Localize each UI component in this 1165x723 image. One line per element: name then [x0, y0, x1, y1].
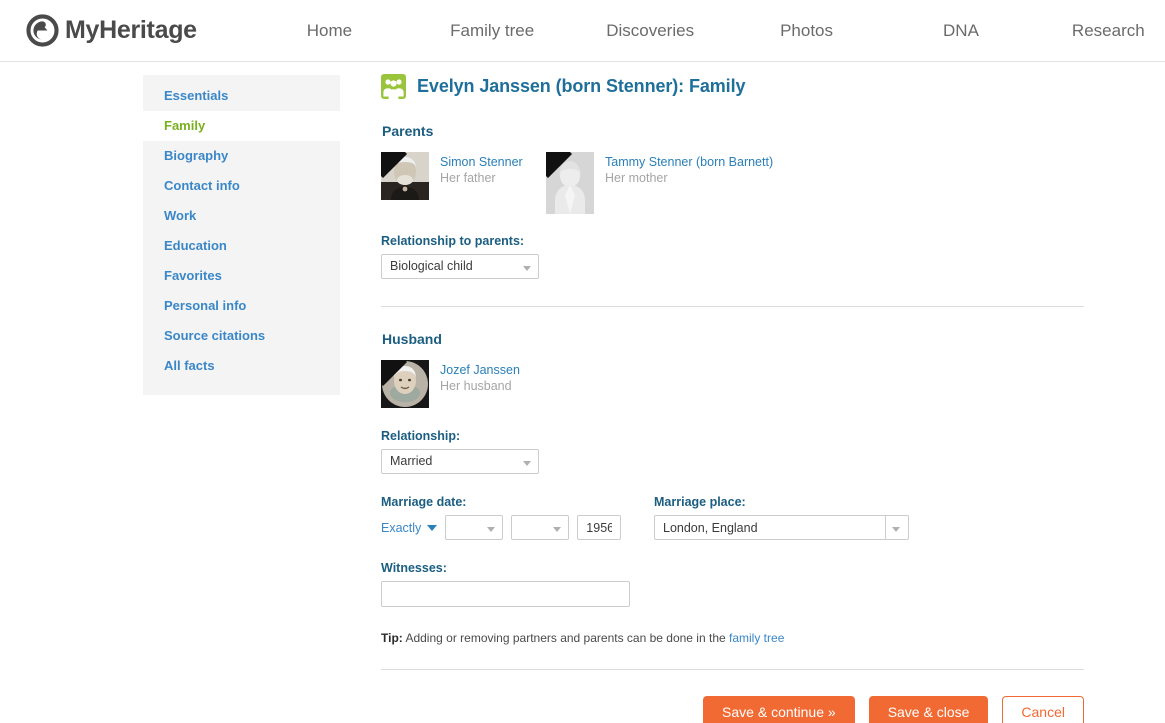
chevron-down-icon	[487, 527, 496, 532]
relationship-to-parents-value: Biological child	[390, 259, 473, 273]
sidebar-item-essentials[interactable]: Essentials	[143, 81, 340, 111]
marriage-day-select[interactable]	[445, 515, 504, 540]
parent-father: Simon Stenner Her father	[381, 152, 546, 214]
husband-relation-label: Her husband	[440, 379, 512, 393]
nav-item-family-tree[interactable]: Family tree	[448, 17, 536, 45]
myheritage-circle-logo-icon	[26, 14, 59, 47]
date-qualifier-value: Exactly	[381, 520, 422, 535]
mother-photo[interactable]	[546, 152, 594, 214]
husband-photo[interactable]	[381, 360, 429, 408]
mother-meta: Tammy Stenner (born Barnett) Her mother	[605, 152, 773, 187]
sidebar-item-all-facts[interactable]: All facts	[143, 351, 340, 381]
husband-relationship-field: Relationship: Married	[381, 429, 1091, 474]
parents-heading: Parents	[382, 123, 434, 139]
marriage-date-field: Marriage date: Exactly	[381, 495, 654, 540]
nav-item-research[interactable]: Research	[1070, 17, 1147, 45]
nav-item-home[interactable]: Home	[305, 17, 354, 45]
marriage-year-input[interactable]	[577, 515, 622, 540]
cancel-button[interactable]: Cancel	[1002, 696, 1084, 723]
sidebar-item-education[interactable]: Education	[143, 231, 340, 261]
date-qualifier-dropdown[interactable]: Exactly	[381, 520, 438, 535]
witnesses-input[interactable]	[381, 581, 630, 607]
marriage-date-place-row: Marriage date: Exactly 1956 Marriage pla…	[381, 495, 1091, 540]
page-title-row: Evelyn Janssen (born Stenner): Family	[381, 74, 1091, 99]
husband-relationship-select[interactable]: Married	[381, 449, 539, 474]
family-group-icon	[381, 74, 406, 99]
husband-relationship-label: Relationship:	[381, 429, 461, 443]
form-actions: Save & continue » Save & close Cancel	[381, 696, 1084, 723]
nav-item-discoveries[interactable]: Discoveries	[604, 17, 696, 45]
chevron-down-icon	[523, 266, 531, 271]
nav-item-dna[interactable]: DNA	[941, 17, 981, 45]
witnesses-field: Witnesses:	[381, 561, 1091, 607]
parent-mother: Tammy Stenner (born Barnett) Her mother	[546, 152, 773, 214]
husband-meta: Jozef Janssen Her husband	[440, 360, 520, 395]
father-photo[interactable]	[381, 152, 429, 200]
brand-name: MyHeritage	[65, 16, 197, 44]
chevron-down-icon	[427, 524, 438, 531]
chevron-down-icon	[553, 527, 562, 532]
footer-divider	[381, 669, 1084, 670]
husband-name-link[interactable]: Jozef Janssen	[440, 362, 520, 378]
profile-section-sidebar: Essentials Family Biography Contact info…	[143, 75, 340, 395]
father-relation-label: Her father	[440, 171, 496, 185]
father-name-link[interactable]: Simon Stenner	[440, 154, 523, 170]
marriage-place-label: Marriage place:	[654, 495, 746, 509]
tip-text: Tip: Adding or removing partners and par…	[381, 631, 1091, 645]
sidebar-item-contact-info[interactable]: Contact info	[143, 171, 340, 201]
top-navigation-bar: MyHeritage Home Family tree Discoveries …	[0, 0, 1165, 62]
witnesses-label: Witnesses:	[381, 561, 447, 575]
parents-list: Simon Stenner Her father Tammy Stenner (…	[381, 152, 1091, 214]
sidebar-item-favorites[interactable]: Favorites	[143, 261, 340, 291]
marriage-place-input[interactable]	[654, 515, 886, 540]
family-tree-link[interactable]: family tree	[729, 631, 784, 645]
tip-body: Adding or removing partners and parents …	[405, 631, 726, 645]
mother-relation-label: Her mother	[605, 171, 668, 185]
relationship-to-parents-field: Relationship to parents: Biological chil…	[381, 234, 1091, 279]
marriage-month-select[interactable]	[511, 515, 570, 540]
relationship-to-parents-label: Relationship to parents:	[381, 234, 525, 248]
chevron-down-icon	[892, 527, 900, 532]
marriage-place-dropdown-button[interactable]	[886, 515, 909, 540]
save-and-close-button[interactable]: Save & close	[868, 696, 989, 723]
family-edit-form: Evelyn Janssen (born Stenner): Family Pa…	[381, 74, 1091, 723]
marriage-place-controls	[654, 515, 909, 540]
marriage-date-controls: Exactly	[381, 515, 654, 540]
tip-prefix: Tip:	[381, 631, 403, 645]
sidebar-item-personal-info[interactable]: Personal info	[143, 291, 340, 321]
husband-heading: Husband	[382, 331, 442, 347]
page-title: Evelyn Janssen (born Stenner): Family	[417, 76, 746, 96]
marriage-date-label: Marriage date:	[381, 495, 467, 509]
mother-name-link[interactable]: Tammy Stenner (born Barnett)	[605, 154, 773, 170]
brand-logo[interactable]: MyHeritage	[26, 14, 197, 47]
sidebar-item-work[interactable]: Work	[143, 201, 340, 231]
marriage-place-field: Marriage place:	[654, 495, 909, 540]
sidebar-item-biography[interactable]: Biography	[143, 141, 340, 171]
husband-person: Jozef Janssen Her husband	[381, 360, 1091, 408]
relationship-to-parents-select[interactable]: Biological child	[381, 254, 539, 279]
save-and-continue-button[interactable]: Save & continue »	[703, 696, 855, 723]
nav-item-photos[interactable]: Photos	[778, 17, 835, 45]
main-nav: Home Family tree Discoveries Photos DNA …	[305, 17, 1165, 45]
sidebar-item-source-citations[interactable]: Source citations	[143, 321, 340, 351]
sidebar-item-family[interactable]: Family	[143, 111, 340, 141]
father-meta: Simon Stenner Her father	[440, 152, 523, 187]
section-divider	[381, 306, 1084, 307]
page-body: Essentials Family Biography Contact info…	[0, 62, 1165, 723]
chevron-down-icon	[523, 461, 531, 466]
husband-relationship-value: Married	[390, 454, 433, 468]
